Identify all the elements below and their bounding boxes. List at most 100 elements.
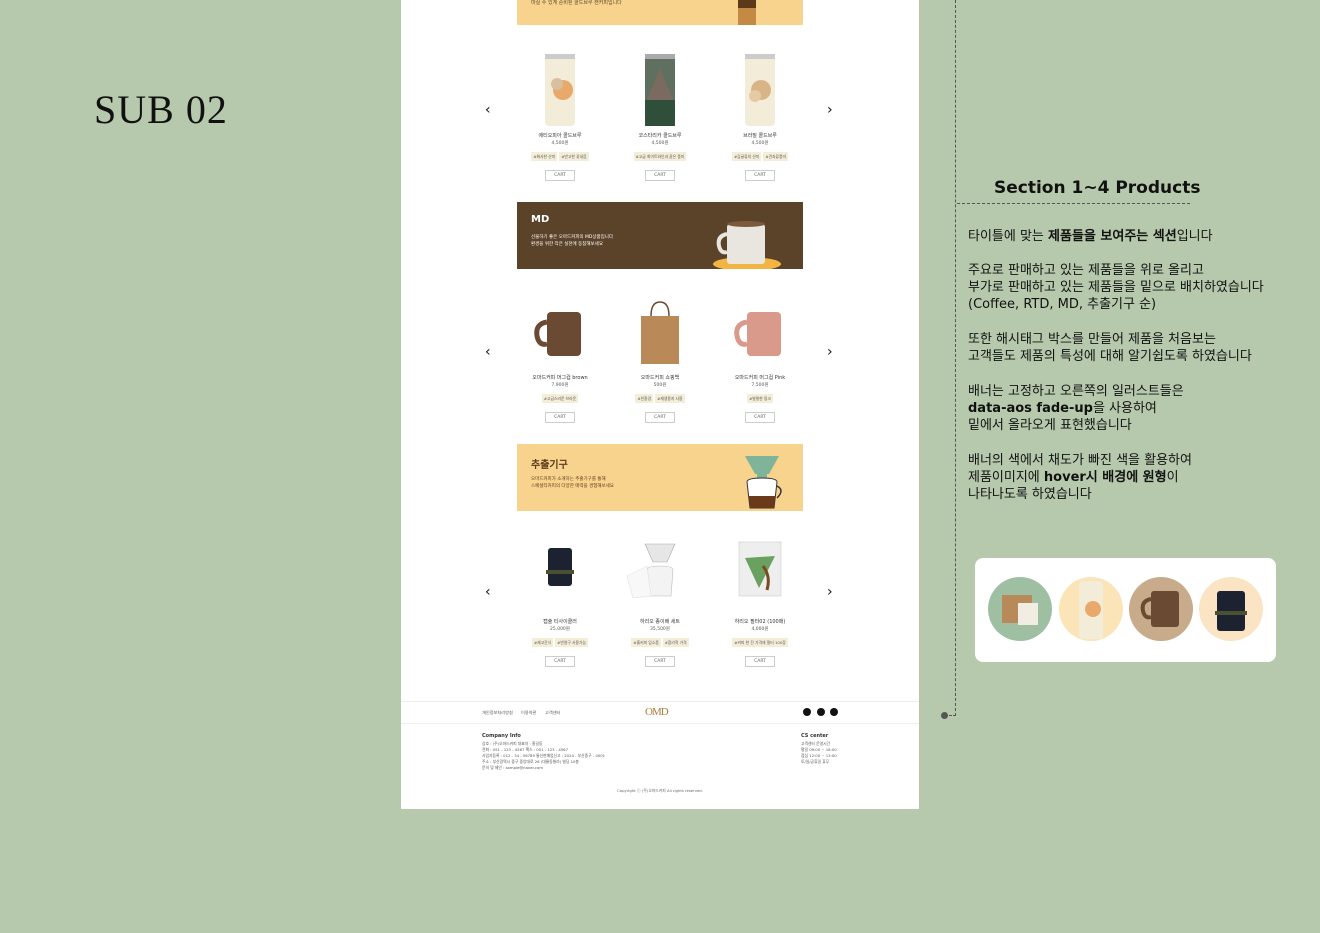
product-card[interactable]: 캡슐 티사이클러 25,000원 #재고간식 #반영구 사용가능 CART xyxy=(515,536,605,667)
annotation-title: Section 1~4 Products xyxy=(994,178,1201,198)
hashtag: #고급스러운 브라운 xyxy=(541,394,579,403)
cart-button[interactable]: CART xyxy=(745,170,775,181)
page-preview: 마실 수 있게 준비된 콜드브루 캔커피입니다 ‹ › 에티오피아 콜드브루 4… xyxy=(401,0,919,809)
footer-nav: 개인정보처리방침 이용약관 고객센터 OMD xyxy=(401,701,919,724)
annotation-paragraph-5: 배너의 색에서 채도가 빠진 색을 활용하여 제품이미지에 hover시 배경에… xyxy=(968,452,1192,503)
hover-circle-mug xyxy=(1129,577,1193,641)
footer-link-privacy[interactable]: 개인정보처리방침 xyxy=(482,710,513,716)
product-name: 하리오 필터02 (100매) xyxy=(734,619,786,625)
carousel-next-tools[interactable]: › xyxy=(827,585,833,599)
hover-circle-capsule xyxy=(1199,577,1263,641)
banner-rtd: 마실 수 있게 준비된 콜드브루 캔커피입니다 xyxy=(517,0,803,25)
product-name: 브라질 콜드브루 xyxy=(743,133,777,139)
cart-button[interactable]: CART xyxy=(645,656,675,667)
cs-center-title: CS center xyxy=(801,733,829,739)
footer-link-terms[interactable]: 이용약관 xyxy=(521,710,536,716)
banner-tools-sub: 오마드커피가 소개하는 추출기구를 통해 스페셜티커피의 다양한 매력을 경험해… xyxy=(531,477,614,489)
product-name: 오마드커피 머그컵 Pink xyxy=(734,375,786,381)
carousel-next-md[interactable]: › xyxy=(827,345,833,359)
product-card[interactable]: 하리오 종이배 세트 35,500원 #흙커피 입소품 #합리적 가격 CART xyxy=(615,536,705,667)
annotation-bold: hover시 배경에 원형 xyxy=(1043,470,1167,485)
product-price: 7,500원 xyxy=(751,383,769,388)
hashtag: #친환경 xyxy=(635,394,654,403)
annotation-paragraph-4: 배너는 고정하고 오른쪽의 일러스트들은 data-aos fade-up을 사… xyxy=(968,383,1184,434)
banner-md-sub: 선물하기 좋은 오마드커피의 MD상품입니다 환경을 위한 작은 실천에 동참해… xyxy=(531,235,614,247)
cart-button[interactable]: CART xyxy=(745,412,775,423)
product-card[interactable]: 브라질 콜드브루 4,500원 #감귤류의 산미 #견과류풍미 CART xyxy=(715,50,805,181)
footer-link-cs[interactable]: 고객센터 xyxy=(545,710,560,716)
product-price: 4,500원 xyxy=(651,141,669,146)
hashtag: #반고한 꽃내음 xyxy=(559,152,589,161)
banner-tools: 추출기구 오마드커피가 소개하는 추출기구를 통해 스페셜티커피의 다양한 매력… xyxy=(517,444,803,511)
product-card[interactable]: 코스타리카 콜드브루 4,500원 #고급 화이트와인과 같은 풍미 CART xyxy=(615,50,705,181)
product-image-bag[interactable] xyxy=(615,292,705,370)
footer-logo[interactable]: OMD xyxy=(645,706,669,718)
hover-preview-box xyxy=(975,558,1276,662)
hashtag: #견과류풍미 xyxy=(763,152,788,161)
product-card[interactable]: 하리오 필터02 (100매) 4,000원 #커피 한 잔 가격에 필터 10… xyxy=(715,536,805,667)
cart-button[interactable]: CART xyxy=(645,170,675,181)
annotation-title-underline xyxy=(957,203,1190,204)
annotation-bold: 제품들을 보여주는 섹션 xyxy=(1048,229,1177,244)
cart-button[interactable]: CART xyxy=(545,170,575,181)
hashtag: #발랄한 핑크 xyxy=(747,394,773,403)
instagram-icon[interactable] xyxy=(803,708,811,716)
product-image-can[interactable] xyxy=(715,50,805,128)
cart-button[interactable]: CART xyxy=(745,656,775,667)
product-image-capsule[interactable] xyxy=(515,536,605,614)
product-image-mug[interactable] xyxy=(515,292,605,370)
carousel-next-coffee[interactable]: › xyxy=(827,103,833,117)
product-name: 하리오 종이배 세트 xyxy=(640,619,680,625)
hashtag: #고급 화이트와인과 같은 풍미 xyxy=(633,152,687,161)
cart-button[interactable]: CART xyxy=(645,412,675,423)
product-price: 4,500원 xyxy=(751,141,769,146)
product-price: 500원 xyxy=(653,383,667,388)
product-image-dripper-set[interactable] xyxy=(615,536,705,614)
product-image-mug[interactable] xyxy=(715,292,805,370)
annotation-text: 나타나도록 하였습니다 xyxy=(968,487,1092,502)
mug-illustration xyxy=(713,221,781,269)
banner-md: MD 선물하기 좋은 오마드커피의 MD상품입니다 환경을 위한 작은 실천에 … xyxy=(517,202,803,269)
cart-button[interactable]: CART xyxy=(545,412,575,423)
cart-button[interactable]: CART xyxy=(545,656,575,667)
product-name: 캡슐 티사이클러 xyxy=(543,619,577,625)
product-card[interactable]: 오마드커피 머그컵 brown 7,900원 #고급스러운 브라운 CART xyxy=(515,292,605,423)
carousel-prev-md[interactable]: ‹ xyxy=(485,345,491,359)
product-price: 7,900원 xyxy=(551,383,569,388)
coffee-cup-illustration xyxy=(738,0,756,25)
copyright: Copyright ⓒ (주)오마드커피 All rights reserved… xyxy=(617,788,703,793)
hashtag: #흙커피 입소품 xyxy=(631,638,661,647)
product-card[interactable]: 오마드커피 머그컵 Pink 7,500원 #발랄한 핑크 CART xyxy=(715,292,805,423)
sub-title: SUB 02 xyxy=(94,87,228,132)
hashtag: #커피 한 잔 가격에 필터 100장 xyxy=(732,638,788,647)
product-name: 에티오피아 콜드브루 xyxy=(538,133,582,139)
carousel-prev-tools[interactable]: ‹ xyxy=(485,585,491,599)
product-image-can[interactable] xyxy=(615,50,705,128)
cs-center: CS center 고객센터 운영시간 평일 09:00 ~ 18:00 점심 … xyxy=(801,733,837,765)
company-info-title: Company Info xyxy=(482,733,521,739)
hashtag: #화사한 산미 xyxy=(531,152,558,161)
hover-circle-can xyxy=(1059,577,1123,641)
company-info: Company Info 상호 : (주)오마드커피 대표자 : 홍길동 전화 … xyxy=(482,733,605,771)
product-name: 오마드커피 쇼핑백 xyxy=(640,375,680,381)
product-card[interactable]: 에티오피아 콜드브루 4,500원 #화사한 산미 #반고한 꽃내음 CART xyxy=(515,50,605,181)
annotation-text: 이 xyxy=(1166,470,1179,485)
annotation-connector-dot xyxy=(941,712,948,719)
product-image-can[interactable] xyxy=(515,50,605,128)
product-name: 코스타리카 콜드브루 xyxy=(638,133,682,139)
product-price: 4,000원 xyxy=(751,627,769,632)
annotation-text: 배너는 고정하고 오른쪽의 일러스트들은 xyxy=(968,384,1184,399)
hashtag: #재고간식 xyxy=(532,638,554,647)
carousel-prev-coffee[interactable]: ‹ xyxy=(485,103,491,117)
banner-rtd-text: 마실 수 있게 준비된 콜드브루 캔커피입니다 xyxy=(531,0,622,6)
annotation-text: 밑에서 올라오게 표현했습니다 xyxy=(968,418,1132,433)
hover-circle-filter xyxy=(988,577,1052,641)
product-card[interactable]: 오마드커피 쇼핑백 500원 #친환경 #재생용지 사용 CART xyxy=(615,292,705,423)
youtube-icon[interactable] xyxy=(817,708,825,716)
product-image-filter[interactable] xyxy=(715,536,805,614)
annotation-text: 배너의 색에서 채도가 빠진 색을 활용하여 xyxy=(968,453,1192,468)
annotation-paragraph-3: 또한 해시태그 박스를 만들어 제품을 처음보는 고객들도 제품의 특성에 대해… xyxy=(968,332,1252,364)
hashtag: #감귤류의 산미 xyxy=(731,152,762,161)
annotation-connector-vertical xyxy=(955,0,956,716)
blog-icon[interactable] xyxy=(830,708,838,716)
